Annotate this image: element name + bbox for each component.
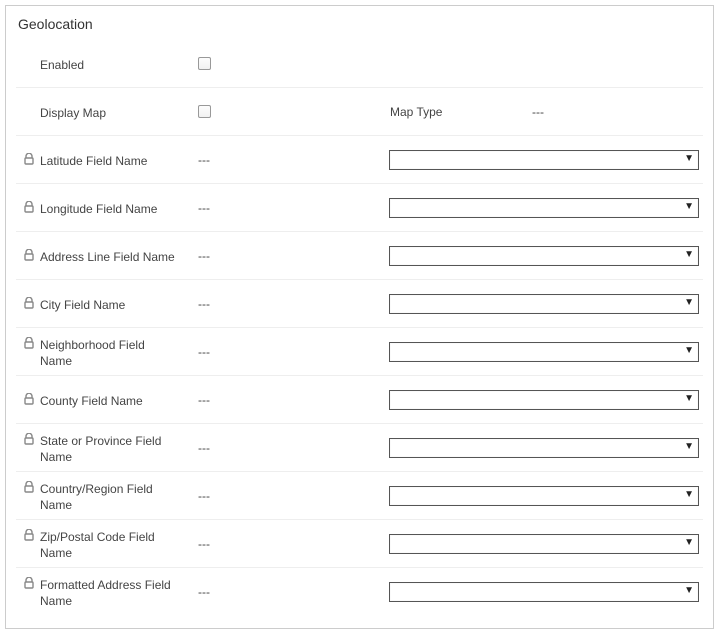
row-county: County Field Name --- xyxy=(16,376,703,424)
row-state: State or Province Field Name --- xyxy=(16,424,703,472)
row-enabled: Enabled xyxy=(16,40,703,88)
row-city: City Field Name --- xyxy=(16,280,703,328)
city-value: --- xyxy=(198,297,210,311)
row-neighborhood: Neighborhood Field Name --- xyxy=(16,328,703,376)
lock-icon xyxy=(22,153,36,165)
display-map-checkbox[interactable] xyxy=(198,105,211,118)
address-line-label: Address Line Field Name xyxy=(40,249,175,265)
longitude-value: --- xyxy=(198,201,210,215)
lock-icon xyxy=(22,201,36,213)
enabled-checkbox[interactable] xyxy=(198,57,211,70)
country-select[interactable] xyxy=(389,486,699,506)
address-line-value: --- xyxy=(198,249,210,263)
city-select[interactable] xyxy=(389,294,699,314)
row-longitude: Longitude Field Name --- xyxy=(16,184,703,232)
county-label: County Field Name xyxy=(40,393,143,409)
state-label: State or Province Field Name xyxy=(40,433,180,465)
zip-select[interactable] xyxy=(389,534,699,554)
neighborhood-value: --- xyxy=(198,345,210,359)
formatted-select[interactable] xyxy=(389,582,699,602)
neighborhood-label: Neighborhood Field Name xyxy=(40,337,180,369)
latitude-value: --- xyxy=(198,153,210,167)
country-value: --- xyxy=(198,489,210,503)
address-line-select[interactable] xyxy=(389,246,699,266)
display-map-label: Display Map xyxy=(40,105,106,121)
state-select[interactable] xyxy=(389,438,699,458)
lock-icon xyxy=(22,529,36,541)
row-zip: Zip/Postal Code Field Name --- xyxy=(16,520,703,568)
longitude-label: Longitude Field Name xyxy=(40,201,157,217)
lock-icon xyxy=(22,337,36,349)
panel-title: Geolocation xyxy=(18,16,703,32)
lock-icon xyxy=(22,393,36,405)
formatted-label: Formatted Address Field Name xyxy=(40,577,180,609)
lock-icon xyxy=(22,433,36,445)
neighborhood-select[interactable] xyxy=(389,342,699,362)
map-type-label: Map Type xyxy=(382,105,532,119)
row-country: Country/Region Field Name --- xyxy=(16,472,703,520)
enabled-label: Enabled xyxy=(40,57,84,73)
zip-value: --- xyxy=(198,537,210,551)
row-display-map: Display Map Map Type --- xyxy=(16,88,703,136)
formatted-value: --- xyxy=(198,585,210,599)
city-label: City Field Name xyxy=(40,297,125,313)
map-type-value: --- xyxy=(532,105,544,119)
longitude-select[interactable] xyxy=(389,198,699,218)
state-value: --- xyxy=(198,441,210,455)
row-address-line: Address Line Field Name --- xyxy=(16,232,703,280)
latitude-select[interactable] xyxy=(389,150,699,170)
country-label: Country/Region Field Name xyxy=(40,481,180,513)
zip-label: Zip/Postal Code Field Name xyxy=(40,529,180,561)
county-value: --- xyxy=(198,393,210,407)
latitude-label: Latitude Field Name xyxy=(40,153,147,169)
geolocation-panel: Geolocation Enabled Display Map Map Type… xyxy=(5,5,714,629)
lock-icon xyxy=(22,481,36,493)
lock-icon xyxy=(22,297,36,309)
row-latitude: Latitude Field Name --- xyxy=(16,136,703,184)
lock-icon xyxy=(22,577,36,589)
row-formatted: Formatted Address Field Name --- xyxy=(16,568,703,616)
county-select[interactable] xyxy=(389,390,699,410)
lock-icon xyxy=(22,249,36,261)
